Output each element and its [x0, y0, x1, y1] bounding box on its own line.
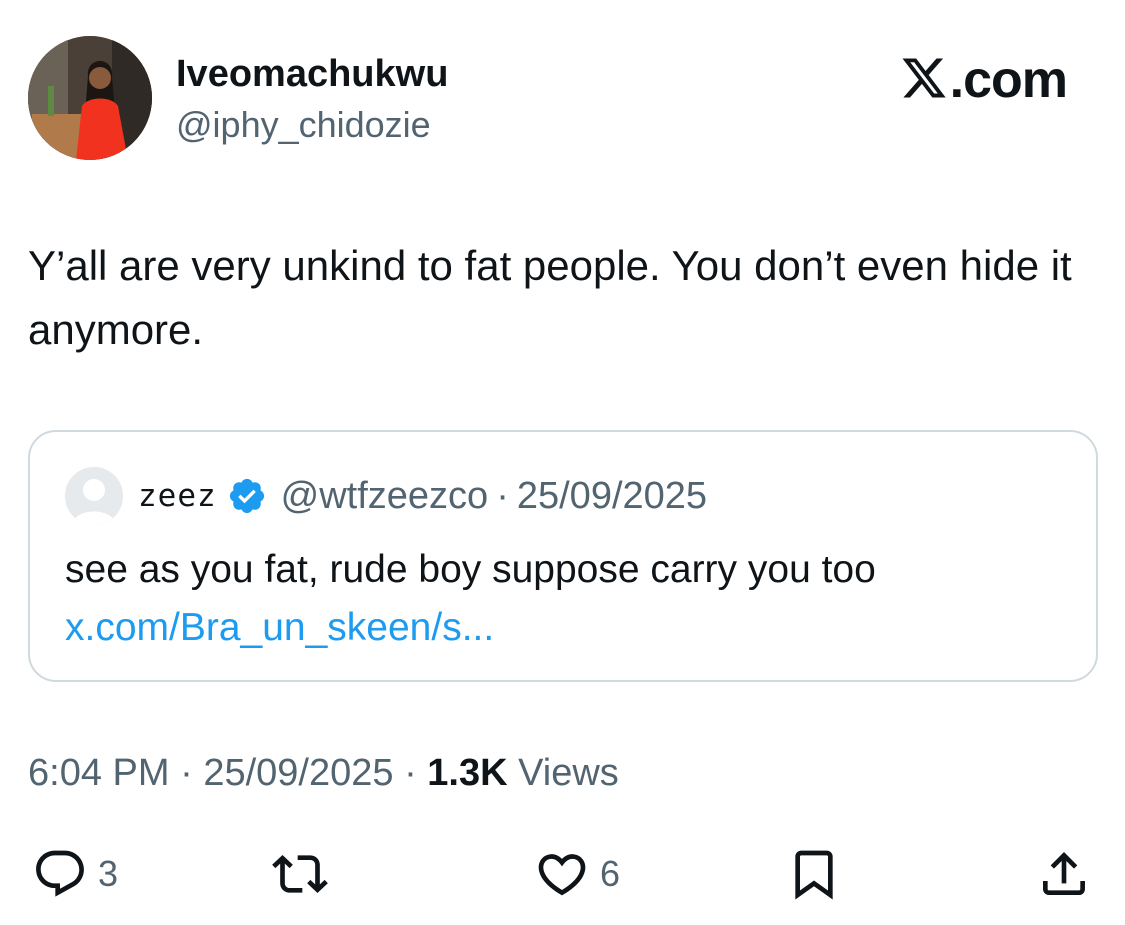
share-icon — [1043, 852, 1085, 895]
quoted-date[interactable]: 25/09/2025 — [517, 475, 707, 518]
reply-button[interactable]: 3 — [32, 838, 118, 910]
quoted-header: zeez @wtfzeezco · 25/09/2025 — [138, 474, 707, 518]
author-avatar-image — [28, 36, 152, 160]
separator-dot: · — [496, 474, 509, 517]
action-bar: 3 6 — [0, 838, 1125, 910]
separator-dot: · — [404, 752, 417, 794]
default-avatar-icon — [65, 467, 123, 525]
like-count: 6 — [600, 853, 621, 894]
brand-logo: .com — [900, 50, 1068, 110]
quoted-text: see as you fat, rude boy suppose carry y… — [65, 548, 876, 591]
reply-count: 3 — [98, 853, 119, 894]
share-button[interactable] — [1036, 838, 1092, 910]
author-handle[interactable]: @iphy_chidozie — [176, 104, 431, 146]
bookmark-icon — [795, 850, 833, 900]
brand-label: .com — [949, 51, 1068, 109]
retweet-icon — [272, 855, 328, 893]
heart-icon — [538, 854, 586, 896]
quoted-tweet-card[interactable]: zeez @wtfzeezco · 25/09/2025 see as you … — [28, 430, 1098, 682]
reply-icon — [36, 850, 84, 897]
tweet-date[interactable]: 25/09/2025 — [203, 752, 393, 794]
quoted-link[interactable]: x.com/Bra_un_skeen/s... — [65, 602, 494, 654]
retweet-button[interactable] — [272, 838, 328, 910]
tweet-meta: 6:04 PM · 25/09/2025 · 1.3K Views — [28, 752, 619, 795]
quoted-avatar[interactable] — [65, 467, 123, 525]
bookmark-button[interactable] — [786, 838, 842, 910]
tweet-text: Y’all are very unkind to fat people. You… — [28, 242, 1072, 353]
verified-badge-icon — [227, 476, 267, 516]
like-button[interactable]: 6 — [534, 838, 620, 910]
author-avatar[interactable] — [28, 36, 152, 160]
quoted-name[interactable]: zeez — [138, 478, 217, 514]
x-logo-icon — [900, 53, 948, 103]
author-display-name[interactable]: Iveomachukwu — [176, 53, 448, 96]
tweet-time[interactable]: 6:04 PM — [28, 752, 170, 794]
views-label: Views — [518, 752, 619, 794]
separator-dot: · — [180, 752, 193, 794]
views-count: 1.3K — [427, 752, 508, 794]
quoted-handle[interactable]: @wtfzeezco — [281, 475, 489, 518]
